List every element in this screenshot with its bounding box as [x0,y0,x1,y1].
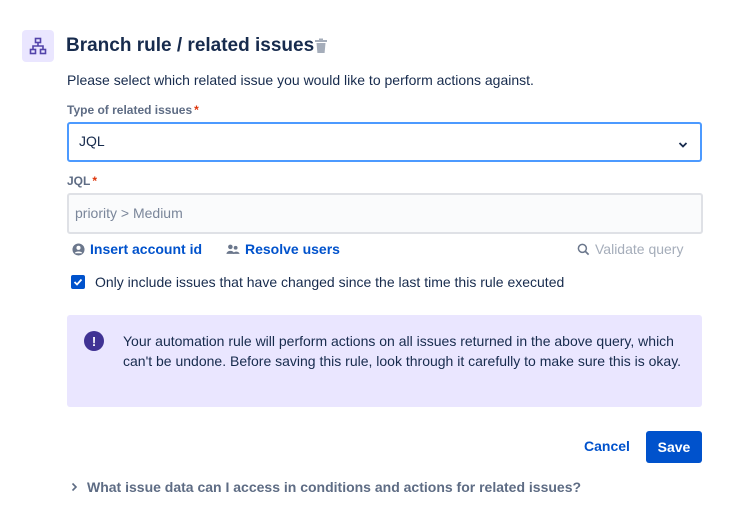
resolve-users-label: Resolve users [245,241,340,257]
jql-placeholder: priority > Medium [75,205,183,221]
validate-query-button[interactable]: Validate query [577,241,683,257]
jql-field-label-text: JQL [67,174,91,188]
cancel-button[interactable]: Cancel [584,438,630,454]
only-changed-issues-option[interactable]: Only include issues that have changed si… [71,274,564,290]
warning-panel: ! Your automation rule will perform acti… [67,315,702,407]
chevron-down-icon [678,137,688,148]
branch-icon [22,30,54,62]
exclamation-icon: ! [84,331,104,351]
save-button[interactable]: Save [646,431,702,463]
select-value: JQL [79,133,105,149]
expander-label: What issue data can I access in conditio… [87,479,582,495]
related-issues-type-select[interactable]: JQL [67,122,702,162]
related-issues-data-expander[interactable]: What issue data can I access in conditio… [70,479,581,495]
type-field-label-text: Type of related issues [67,103,193,117]
insert-account-id-link[interactable]: Insert account id [72,241,202,257]
jql-input[interactable]: priority > Medium [67,193,703,234]
insert-account-id-label: Insert account id [90,241,203,257]
page-title: Branch rule / related issues [66,35,315,56]
user-icon [72,242,85,256]
search-icon [577,243,590,255]
trash-icon[interactable] [314,38,328,54]
users-icon [226,244,240,254]
resolve-users-link[interactable]: Resolve users [226,241,340,257]
checkmark-icon [73,278,83,286]
type-field-label: Type of related issues * [67,103,199,117]
only-changed-issues-checkbox[interactable] [71,275,85,289]
required-mark: * [92,174,98,188]
intro-text: Please select which related issue you wo… [67,72,534,88]
checkbox-label: Only include issues that have changed si… [95,274,565,290]
chevron-right-icon [71,482,78,492]
warning-text: Your automation rule will perform action… [123,333,682,369]
jql-field-label: JQL * [67,174,97,188]
required-mark: * [194,103,199,117]
validate-query-label: Validate query [595,241,684,257]
